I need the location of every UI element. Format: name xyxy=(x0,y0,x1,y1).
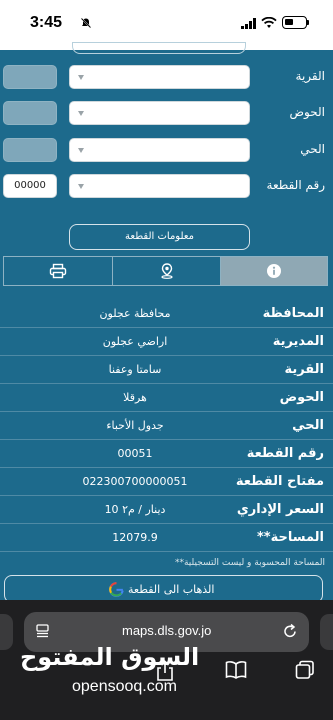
info-key: المحافظة xyxy=(262,306,324,321)
wifi-icon xyxy=(261,17,277,28)
tab-info[interactable] xyxy=(220,257,327,285)
neighborhood-label: الحي xyxy=(300,142,325,156)
info-row-parcel-key: مفتاح القطعة 022300700000051 xyxy=(0,468,333,496)
info-key: مفتاح القطعة xyxy=(235,474,324,489)
parcel-number-input[interactable]: 00000 xyxy=(3,174,57,198)
info-row-admin-price: السعر الإداري 10 دينار / م٢ xyxy=(0,496,333,524)
parcel-info-button[interactable]: معلومات القطعة xyxy=(69,224,250,250)
previous-tab-edge[interactable] xyxy=(0,614,13,650)
battery-level xyxy=(285,19,293,25)
goto-parcel-button[interactable]: الذهاب الى القطعة xyxy=(4,575,323,603)
printer-icon xyxy=(49,263,67,279)
info-key: القرية xyxy=(284,362,324,377)
tab-bar xyxy=(3,256,328,286)
info-key: السعر الإداري xyxy=(236,502,324,517)
info-row-neighborhood: الحي جدول الأحباء xyxy=(0,412,333,440)
main-panel: القرية الحوض الحي 00000 رقم القطعة معلوم… xyxy=(0,42,333,610)
info-value: 10 دينار / م٢ xyxy=(104,503,166,516)
form-row-neighborhood: الحي xyxy=(0,138,333,164)
browser-toolbar: maps.dls.gov.jo السوق المفتوح opensooq.c… xyxy=(0,600,333,720)
village-side-box xyxy=(3,65,57,89)
info-key: رقم القطعة xyxy=(246,446,324,461)
tab-location[interactable] xyxy=(112,257,220,285)
chevron-down-icon xyxy=(78,184,84,189)
info-value: جدول الأحباء xyxy=(106,419,164,432)
info-key: الحي xyxy=(292,418,324,433)
info-key: الحوض xyxy=(279,390,324,405)
info-row-governorate: المحافظة محافظة عجلون xyxy=(0,300,333,328)
tab-print[interactable] xyxy=(4,257,112,285)
info-value: 00051 xyxy=(117,447,153,460)
reload-icon[interactable] xyxy=(282,623,298,639)
form-row-basin: الحوض xyxy=(0,101,333,127)
battery-tip xyxy=(307,20,309,25)
next-tab-edge[interactable] xyxy=(320,614,333,650)
bell-slash-icon xyxy=(80,17,92,29)
bookmarks-icon[interactable] xyxy=(225,660,247,680)
form-row-parcel-number: 00000 رقم القطعة xyxy=(0,174,333,200)
url-text: maps.dls.gov.jo xyxy=(122,623,212,638)
opensooq-watermark-latin: opensooq.com xyxy=(72,678,177,695)
info-row-basin: الحوض هرقلا xyxy=(0,384,333,412)
info-key: **المساحة xyxy=(256,530,324,545)
basin-side-box xyxy=(3,101,57,125)
form-row-village: القرية xyxy=(0,65,333,91)
goto-parcel-label: الذهاب الى القطعة xyxy=(128,583,215,596)
info-row-village: القرية سامتا وعفنا xyxy=(0,356,333,384)
tabs-icon[interactable] xyxy=(295,660,315,680)
info-value: 022300700000051 xyxy=(82,475,188,488)
parcel-number-label: رقم القطعة xyxy=(266,178,325,192)
info-value: سامتا وعفنا xyxy=(108,363,162,376)
info-icon xyxy=(267,264,281,278)
info-value: 12079.9 xyxy=(112,531,158,544)
chevron-down-icon xyxy=(78,75,84,80)
opensooq-watermark-arabic: السوق المفتوح xyxy=(20,643,200,671)
status-time: 3:45 xyxy=(30,14,63,31)
neighborhood-select[interactable] xyxy=(69,138,250,162)
info-value: محافظة عجلون xyxy=(99,307,171,320)
chevron-down-icon xyxy=(78,148,84,153)
neighborhood-side-box xyxy=(3,138,57,162)
info-value: اراضي عجلون xyxy=(102,335,168,348)
page-menu-icon xyxy=(36,624,49,638)
village-select[interactable] xyxy=(69,65,250,89)
info-value: هرقلا xyxy=(123,391,147,404)
basin-select[interactable] xyxy=(69,101,250,125)
chevron-down-icon xyxy=(78,111,84,116)
info-row-directorate: المديرية اراضي عجلون xyxy=(0,328,333,356)
parcel-number-select[interactable] xyxy=(69,174,250,198)
info-row-parcel-number: رقم القطعة 00051 xyxy=(0,440,333,468)
village-label: القرية xyxy=(295,69,325,83)
basin-label: الحوض xyxy=(289,105,325,119)
signal-icon xyxy=(241,18,256,29)
info-row-area: **المساحة 12079.9 xyxy=(0,524,333,552)
google-logo-icon xyxy=(109,582,124,597)
info-key: المديرية xyxy=(272,334,324,349)
area-note: **المساحة المحسوبة و ليست التسجيلية xyxy=(174,558,325,568)
top-dropdown-edge[interactable] xyxy=(72,42,246,54)
battery-icon xyxy=(282,16,307,29)
location-pin-icon xyxy=(160,263,173,279)
